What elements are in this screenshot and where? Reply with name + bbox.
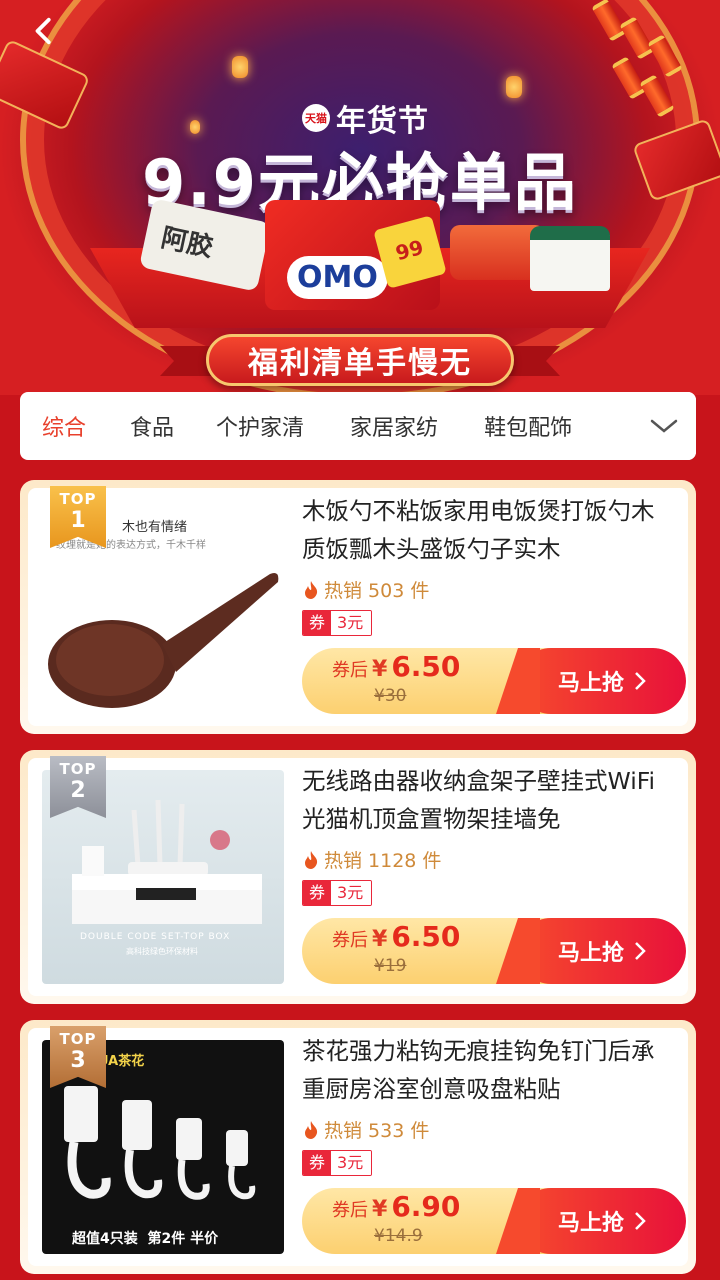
tab-personal-care[interactable]: 个护家清 — [216, 410, 304, 442]
chevron-down-icon — [650, 419, 678, 433]
price-after-coupon: 6.50 — [391, 920, 461, 953]
tab-food[interactable]: 食品 — [130, 410, 174, 442]
price-bar: 券后 ¥ 6.50 ¥30 马上抢 — [302, 648, 686, 714]
more-tabs-button[interactable] — [632, 392, 696, 460]
original-price: ¥30 — [374, 686, 407, 706]
product-title[interactable]: 茶花强力粘钩无痕挂钩免钉门后承重厨房浴室创意吸盘粘贴 — [302, 1032, 672, 1120]
flame-icon — [305, 1120, 318, 1139]
tmall-logo: 天猫 — [302, 104, 330, 132]
price-label: 券后 — [332, 930, 368, 951]
product-title[interactable]: 木饭勺不粘饭家用电饭煲打饭勺木质饭瓢木头盛饭勺子实木 — [302, 492, 672, 580]
price-after-coupon: 6.90 — [391, 1190, 461, 1223]
flame-icon — [305, 850, 318, 869]
sales-count: 热销 533 件 — [302, 1116, 429, 1143]
price-bar: 券后 ¥ 6.50 ¥19 马上抢 — [302, 918, 686, 984]
product-card[interactable]: TOP 3 UA茶花 超值4只装 第2件 半价 茶花强力粘钩无痕挂钩免钉门后承重… — [20, 1020, 696, 1274]
lantern-decoration — [232, 56, 248, 78]
currency-symbol: ¥ — [372, 657, 388, 682]
coupon-badge: 券 3元 — [302, 1150, 373, 1176]
lantern-decoration — [506, 76, 522, 98]
bottle-illustration — [530, 226, 610, 291]
grab-now-button[interactable]: 马上抢 — [518, 648, 686, 714]
sales-count: 热销 503 件 — [302, 576, 429, 603]
chevron-right-icon — [635, 1212, 646, 1230]
currency-symbol: ¥ — [372, 927, 388, 952]
grab-now-button[interactable]: 马上抢 — [518, 1188, 686, 1254]
price-after-coupon: 6.50 — [391, 650, 461, 683]
product-card[interactable]: TOP 2 DOUBLE CODE SET-TOP BOX 高科技绿色环保材料 … — [20, 750, 696, 1004]
chevron-right-icon — [635, 942, 646, 960]
original-price: ¥19 — [374, 956, 407, 976]
category-tabs: 综合 食品 个护家清 家居家纺 鞋包配饰 — [20, 392, 696, 460]
price-bar: 券后 ¥ 6.90 ¥14.9 马上抢 — [302, 1188, 686, 1254]
banner-ribbon: 福利清单手慢无 — [206, 334, 514, 386]
tab-shoes-bags[interactable]: 鞋包配饰 — [484, 410, 572, 442]
flame-icon — [305, 580, 318, 599]
grab-now-button[interactable]: 马上抢 — [518, 918, 686, 984]
sales-count: 热销 1128 件 — [302, 846, 441, 873]
product-card[interactable]: TOP 1 木也有情绪 纹理就是她的表达方式，千木千样 木饭勺不粘饭家用电饭煲打… — [20, 480, 696, 734]
currency-symbol: ¥ — [372, 1197, 388, 1222]
chevron-right-icon — [635, 672, 646, 690]
product-title[interactable]: 无线路由器收纳盒架子壁挂式WiFi光猫机顶盒置物架挂墙免 — [302, 762, 672, 850]
price-label: 券后 — [332, 660, 368, 681]
original-price: ¥14.9 — [374, 1226, 423, 1246]
back-arrow-icon — [35, 17, 51, 45]
coupon-badge: 券 3元 — [302, 880, 373, 906]
firecracker-decoration — [580, 0, 690, 120]
tab-home-textile[interactable]: 家居家纺 — [350, 410, 438, 442]
promo-banner: 天猫 年货节 9.9元必抢单品 阿胶 OMO 99 福利清单手慢无 — [0, 0, 720, 395]
coupon-badge: 券 3元 — [302, 610, 373, 636]
back-button[interactable] — [22, 8, 68, 54]
tab-all[interactable]: 综合 — [42, 410, 86, 442]
price-label: 券后 — [332, 1200, 368, 1221]
